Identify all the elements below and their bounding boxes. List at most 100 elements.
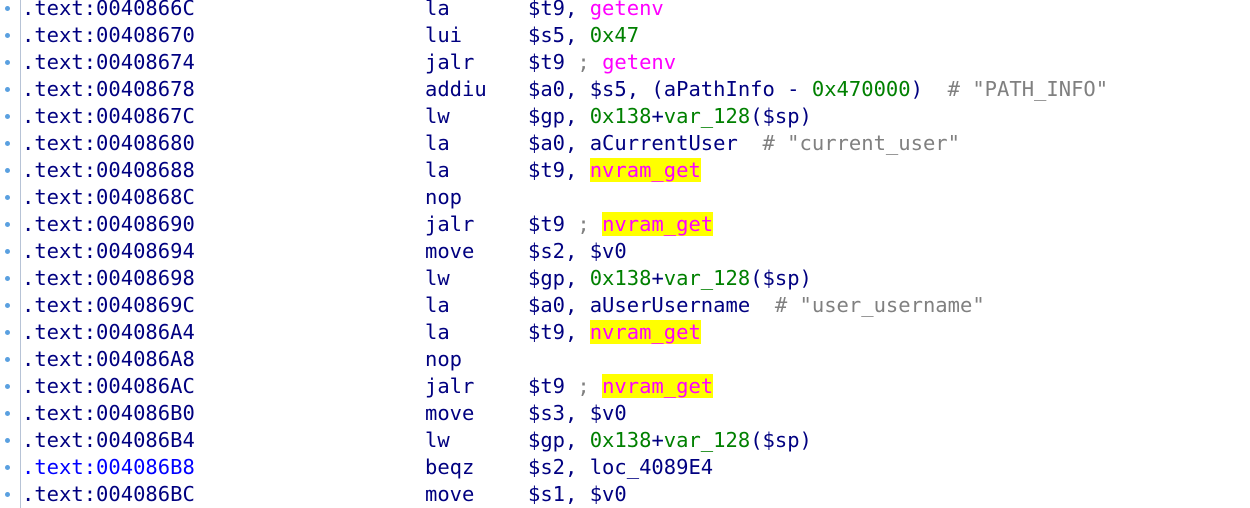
- row-operands[interactable]: $a0, aCurrentUser # "current_user": [528, 130, 960, 157]
- row-mnemonic[interactable]: lw: [425, 427, 450, 454]
- highlighted-symbol[interactable]: nvram_get: [602, 212, 714, 236]
- row-mnemonic[interactable]: la: [425, 319, 450, 346]
- operand-text[interactable]: $gp,: [528, 104, 590, 128]
- row-address[interactable]: .text:004086A8: [22, 346, 195, 373]
- row-mnemonic[interactable]: lw: [425, 265, 450, 292]
- listing-row[interactable]: .text:004086A4 la $t9, nvram_get: [0, 319, 1250, 346]
- operand-text[interactable]: $t9,: [528, 158, 590, 182]
- row-operands[interactable]: $t9, nvram_get: [528, 319, 701, 346]
- stack-variable[interactable]: var_128: [664, 104, 750, 128]
- row-address[interactable]: .text:0040866C: [22, 0, 195, 22]
- row-mnemonic[interactable]: la: [425, 292, 450, 319]
- row-operands[interactable]: $s5, 0x47: [528, 22, 639, 49]
- row-mnemonic[interactable]: move: [425, 238, 474, 265]
- row-mnemonic[interactable]: jalr: [425, 211, 474, 238]
- row-mnemonic[interactable]: la: [425, 0, 450, 22]
- operand-text[interactable]: $t9: [528, 50, 577, 74]
- listing-row[interactable]: .text:004086B8 beqz $s2, loc_4089E4: [0, 454, 1250, 481]
- highlighted-symbol[interactable]: nvram_get: [589, 158, 701, 182]
- operand-text[interactable]: $t9,: [528, 320, 590, 344]
- row-mnemonic[interactable]: nop: [425, 346, 462, 373]
- row-address[interactable]: .text:0040867C: [22, 103, 195, 130]
- operand-text[interactable]: $t9,: [528, 0, 590, 20]
- numeric-constant[interactable]: 0x138: [590, 428, 652, 452]
- highlighted-symbol[interactable]: nvram_get: [589, 320, 701, 344]
- listing-row[interactable]: .text:0040869C la $a0, aUserUsername # "us…: [0, 292, 1250, 319]
- operand-text[interactable]: $a0, aUserUsername: [528, 293, 775, 317]
- row-address[interactable]: .text:004086B8: [22, 454, 195, 481]
- row-operands[interactable]: $gp, 0x138+var_128($sp): [528, 265, 812, 292]
- row-operands[interactable]: $t9 ; nvram_get: [528, 373, 714, 400]
- operand-text[interactable]: $t9: [528, 212, 577, 236]
- numeric-constant[interactable]: 0x47: [590, 23, 639, 47]
- listing-row[interactable]: .text:00408674 jalr $t9 ; getenv: [0, 49, 1250, 76]
- row-mnemonic[interactable]: jalr: [425, 373, 474, 400]
- row-operands[interactable]: $a0, aUserUsername # "user_username": [528, 292, 985, 319]
- row-operands[interactable]: $t9, nvram_get: [528, 157, 701, 184]
- row-address[interactable]: .text:004086B0: [22, 400, 195, 427]
- row-operands[interactable]: $gp, 0x138+var_128($sp): [528, 103, 812, 130]
- operand-text[interactable]: ($sp): [750, 428, 812, 452]
- row-address[interactable]: .text:00408698: [22, 265, 195, 292]
- row-operands[interactable]: $t9 ; getenv: [528, 49, 676, 76]
- row-address[interactable]: .text:004086AC: [22, 373, 195, 400]
- row-mnemonic[interactable]: beqz: [425, 454, 474, 481]
- row-address[interactable]: .text:00408670: [22, 22, 195, 49]
- branch-target[interactable]: $s2, loc_4089E4: [528, 455, 713, 479]
- listing-row[interactable]: .text:0040868C nop: [0, 184, 1250, 211]
- row-address[interactable]: .text:00408688: [22, 157, 195, 184]
- operand-text[interactable]: $a0, aCurrentUser: [528, 131, 763, 155]
- row-address[interactable]: .text:00408690: [22, 211, 195, 238]
- operand-text[interactable]: $s2, $v0: [528, 239, 627, 263]
- operand-text[interactable]: ($sp): [750, 104, 812, 128]
- stack-variable[interactable]: var_128: [664, 428, 750, 452]
- disassembly-listing[interactable]: .text:0040866C la $t9, getenv .text:0040867…: [0, 0, 1250, 508]
- numeric-constant[interactable]: 0x470000: [812, 77, 911, 101]
- listing-row[interactable]: .text:004086AC jalr $t9 ; nvram_get: [0, 373, 1250, 400]
- listing-row[interactable]: .text:00408670 lui $s5, 0x47: [0, 22, 1250, 49]
- row-operands[interactable]: $s2, loc_4089E4: [528, 454, 713, 481]
- numeric-constant[interactable]: 0x138: [590, 266, 652, 290]
- listing-row[interactable]: .text:004086B4 lw $gp, 0x138+var_128($sp): [0, 427, 1250, 454]
- listing-row[interactable]: .text:00408698 lw $gp, 0x138+var_128($sp): [0, 265, 1250, 292]
- operand-text[interactable]: +: [651, 428, 663, 452]
- operand-text[interactable]: +: [651, 104, 663, 128]
- row-operands[interactable]: $t9, getenv: [528, 0, 664, 22]
- row-address[interactable]: .text:004086BC: [22, 481, 195, 508]
- operand-text[interactable]: $a0, $s5, (aPathInfo -: [528, 77, 812, 101]
- row-operands[interactable]: $s1, $v0: [528, 481, 627, 508]
- stack-variable[interactable]: var_128: [664, 266, 750, 290]
- import-name[interactable]: getenv: [590, 0, 664, 20]
- listing-row[interactable]: .text:004086A8 nop: [0, 346, 1250, 373]
- row-mnemonic[interactable]: nop: [425, 184, 462, 211]
- row-operands[interactable]: $s3, $v0: [528, 400, 627, 427]
- row-address[interactable]: .text:004086A4: [22, 319, 195, 346]
- listing-row[interactable]: .text:004086BC move $s1, $v0: [0, 481, 1250, 508]
- listing-row[interactable]: .text:0040866C la $t9, getenv: [0, 0, 1250, 22]
- row-address[interactable]: .text:0040869C: [22, 292, 195, 319]
- row-address[interactable]: .text:00408680: [22, 130, 195, 157]
- operand-text[interactable]: $gp,: [528, 428, 590, 452]
- operand-text[interactable]: ($sp): [750, 266, 812, 290]
- row-operands[interactable]: $a0, $s5, (aPathInfo - 0x470000) # "PATH…: [528, 76, 1108, 103]
- row-mnemonic[interactable]: move: [425, 481, 474, 508]
- row-address[interactable]: .text:00408674: [22, 49, 195, 76]
- row-address[interactable]: .text:00408694: [22, 238, 195, 265]
- operand-text[interactable]: ): [911, 77, 948, 101]
- listing-row[interactable]: .text:00408678 addiu $a0, $s5, (aPathInfo …: [0, 76, 1250, 103]
- operand-text[interactable]: $gp,: [528, 266, 590, 290]
- operand-text[interactable]: $s5,: [528, 23, 590, 47]
- row-mnemonic[interactable]: lw: [425, 103, 450, 130]
- row-mnemonic[interactable]: jalr: [425, 49, 474, 76]
- operand-text[interactable]: +: [651, 266, 663, 290]
- highlighted-symbol[interactable]: nvram_get: [602, 374, 714, 398]
- row-mnemonic[interactable]: addiu: [425, 76, 487, 103]
- listing-row[interactable]: .text:00408694 move $s2, $v0: [0, 238, 1250, 265]
- row-mnemonic[interactable]: la: [425, 157, 450, 184]
- row-address[interactable]: .text:00408678: [22, 76, 195, 103]
- listing-row[interactable]: .text:0040867C lw $gp, 0x138+var_128($sp): [0, 103, 1250, 130]
- operand-text[interactable]: $s3, $v0: [528, 401, 627, 425]
- listing-row[interactable]: .text:00408688 la $t9, nvram_get: [0, 157, 1250, 184]
- row-operands[interactable]: $s2, $v0: [528, 238, 627, 265]
- operand-text[interactable]: $t9: [528, 374, 577, 398]
